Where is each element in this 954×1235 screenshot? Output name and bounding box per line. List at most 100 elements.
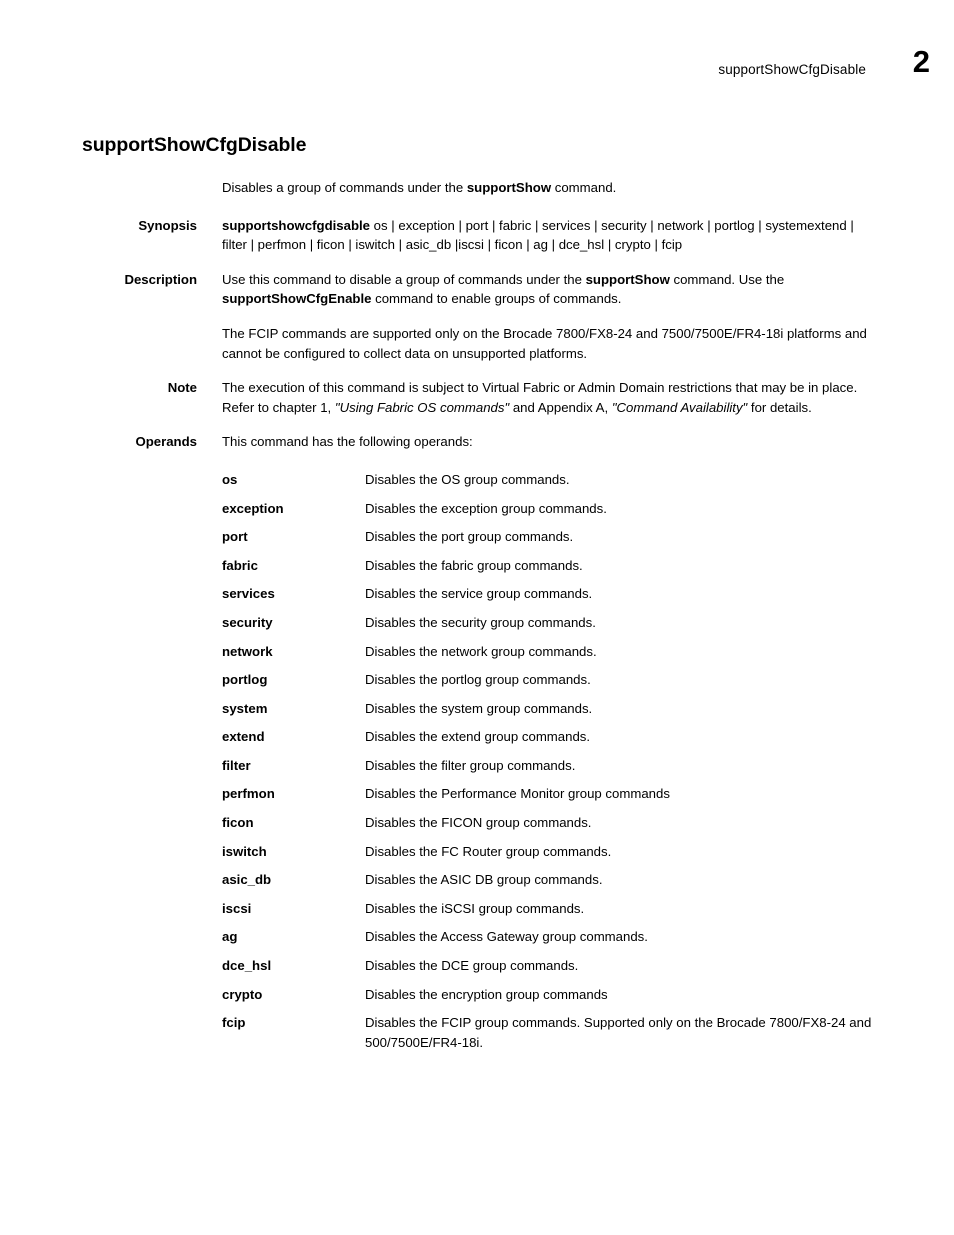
operand-row: crypto Disables the encryption group comm…	[222, 985, 954, 1005]
operand-row: dce_hsl Disables the DCE group commands.	[222, 956, 954, 976]
note-reference-title-2: "Command Availability"	[611, 399, 748, 415]
note-text-mid: and Appendix A,	[509, 399, 612, 415]
operand-row: fabric Disables the fabric group commands…	[222, 556, 954, 576]
operand-description: Disables the ASIC DB group commands.	[365, 872, 603, 888]
operand-description: Disables the encryption group commands	[365, 986, 608, 1002]
description-p1-mid: command. Use the	[669, 271, 785, 287]
operand-description: Disables the system group commands.	[365, 700, 593, 716]
operands-body: This command has the following operands:	[222, 432, 868, 452]
operand-row: perfmon Disables the Performance Monitor …	[222, 784, 954, 804]
summary-row: Disables a group of commands under the s…	[0, 178, 954, 198]
description-p1-pre: Use this command to disable a group of c…	[222, 271, 586, 287]
operand-row: ficon Disables the FICON group commands.	[222, 813, 954, 833]
operands-label: Operands	[135, 434, 197, 450]
operand-description: Disables the Performance Monitor group c…	[365, 786, 670, 802]
document-page: supportShowCfgDisable 2 supportShowCfgDi…	[0, 0, 954, 1235]
operand-row: asic_db Disables the ASIC DB group comman…	[222, 870, 954, 890]
operand-term: crypto	[222, 986, 263, 1002]
page-header: supportShowCfgDisable 2	[0, 46, 954, 102]
section-description: Description Use this command to disable …	[0, 270, 954, 363]
description-p1-command-2: supportShowCfgEnable	[222, 291, 372, 307]
operand-term: iscsi	[222, 900, 252, 916]
operand-description: Disables the FC Router group commands.	[365, 843, 612, 859]
operand-description: Disables the OS group commands.	[365, 471, 570, 487]
section-synopsis: Synopsis supportshowcfgdisable os | exce…	[0, 216, 954, 255]
operand-row: extend Disables the extend group commands…	[222, 727, 954, 747]
operand-term: services	[222, 586, 275, 602]
operand-term: portlog	[222, 672, 268, 688]
operand-description: Disables the exception group commands.	[365, 500, 607, 516]
operand-definition-list: os Disables the OS group commands. excepti…	[222, 470, 954, 1052]
operand-row: system Disables the system group commands…	[222, 699, 954, 719]
operand-row: exception Disables the exception group co…	[222, 499, 954, 519]
operand-description: Disables the port group commands.	[365, 529, 574, 545]
operand-term: asic_db	[222, 872, 272, 888]
description-label: Description	[124, 271, 197, 287]
summary-text-post: command.	[551, 180, 617, 195]
operand-description: Disables the filter group commands.	[365, 757, 576, 773]
operand-term: exception	[222, 500, 284, 516]
operand-row: network Disables the network group comman…	[222, 642, 954, 662]
operand-row: fcip Disables the FCIP group commands. Su…	[222, 1013, 954, 1052]
synopsis-label: Synopsis	[138, 217, 197, 233]
operand-row: security Disables the security group comm…	[222, 613, 954, 633]
operand-term: perfmon	[222, 786, 275, 802]
summary-command-name: supportShow	[466, 180, 552, 195]
note-text-post: for details.	[747, 399, 812, 415]
operand-description: Disables the portlog group commands.	[365, 672, 591, 688]
running-header-title: supportShowCfgDisable	[718, 62, 866, 77]
description-paragraph-2: The FCIP commands are supported only on …	[222, 325, 867, 361]
operand-term: filter	[222, 757, 251, 773]
operand-row: os Disables the OS group commands.	[222, 470, 954, 490]
synopsis-body: supportshowcfgdisable os | exception | p…	[222, 216, 868, 255]
description-p1-command-1: supportShow	[585, 271, 670, 287]
operand-description: Disables the FCIP group commands. Suppor…	[365, 1015, 872, 1050]
operand-description: Disables the iSCSI group commands.	[365, 900, 585, 916]
operand-description: Disables the extend group commands.	[365, 729, 591, 745]
operand-row: services Disables the service group comma…	[222, 584, 954, 604]
note-label: Note	[167, 380, 197, 396]
description-paragraph-1: Use this command to disable a group of c…	[222, 270, 868, 309]
operand-row: filter Disables the filter group commands…	[222, 756, 954, 776]
operand-term: security	[222, 614, 273, 630]
operand-term: port	[222, 529, 248, 545]
summary-text-pre: Disables a group of commands under the	[222, 180, 467, 195]
operand-term: ag	[222, 929, 238, 945]
section-note: Note The execution of this command is su…	[0, 378, 954, 417]
operands-intro: This command has the following operands:	[222, 434, 473, 450]
description-p1-post: command to enable groups of commands.	[371, 291, 622, 307]
operand-description: Disables the DCE group commands.	[365, 958, 579, 974]
operand-term: network	[222, 643, 273, 659]
document-body: Disables a group of commands under the s…	[0, 178, 954, 1061]
operand-description: Disables the FICON group commands.	[365, 815, 592, 831]
note-reference-title-1: "Using Fabric OS commands"	[334, 399, 510, 415]
operand-description: Disables the service group commands.	[365, 586, 593, 602]
operand-term: system	[222, 700, 268, 716]
synopsis-command: supportshowcfgdisable	[222, 217, 371, 233]
operand-row: iswitch Disables the FC Router group comm…	[222, 842, 954, 862]
operand-row: portlog Disables the portlog group comman…	[222, 670, 954, 690]
page-number: 2	[912, 44, 930, 79]
operand-term: ficon	[222, 815, 254, 831]
operand-description: Disables the Access Gateway group comman…	[365, 929, 648, 945]
operand-row: ag Disables the Access Gateway group comm…	[222, 927, 954, 947]
operand-description: Disables the fabric group commands.	[365, 557, 583, 573]
page-title: supportShowCfgDisable	[82, 134, 307, 156]
operand-term: iswitch	[222, 843, 267, 859]
operand-term: os	[222, 471, 238, 487]
section-operands: Operands This command has the following …	[0, 432, 954, 452]
operand-term: extend	[222, 729, 265, 745]
operand-row: port Disables the port group commands.	[222, 527, 954, 547]
operand-term: dce_hsl	[222, 958, 272, 974]
summary-text: Disables a group of commands under the s…	[222, 178, 868, 198]
note-body: The execution of this command is subject…	[222, 378, 868, 417]
operand-term: fabric	[222, 557, 258, 573]
operand-row: iscsi Disables the iSCSI group commands.	[222, 899, 954, 919]
operand-description: Disables the security group commands.	[365, 614, 596, 630]
operand-term: fcip	[222, 1015, 246, 1031]
operand-description: Disables the network group commands.	[365, 643, 597, 659]
